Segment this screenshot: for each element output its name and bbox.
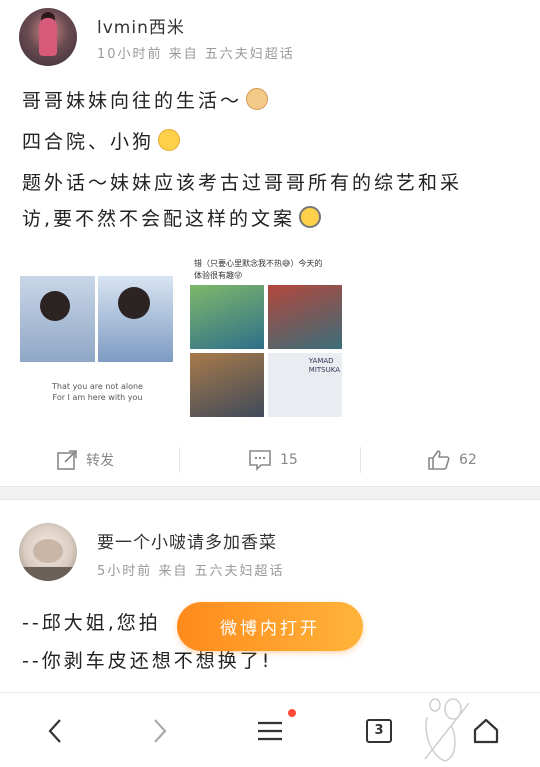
image-caption: That you are not alone For I am here wit… (52, 382, 143, 402)
menu-button[interactable] (252, 693, 296, 767)
repost-button[interactable]: 转发 (56, 435, 114, 485)
repost-label: 转发 (86, 453, 114, 469)
post-text-line: 题外话～妹妹应该考古过哥哥所有的综艺和采 (22, 172, 463, 194)
repost-icon (57, 450, 77, 470)
post-text-line: --邱大姐,您拍 (22, 612, 161, 634)
text-span: 四合院、小狗 (22, 131, 155, 153)
post-card-1: lvmin西米 10小时前 来自 五六夫妇超话 哥哥妹妹向往的生活～ 四合院、小… (0, 0, 540, 484)
like-count: 62 (459, 452, 477, 468)
comment-count: 15 (280, 452, 298, 468)
nerd-glasses-icon (299, 206, 322, 228)
avatar[interactable] (19, 8, 77, 66)
post-meta: 5小时前 来自 五六夫妇超话 (97, 564, 285, 579)
comment-button[interactable]: 15 (248, 435, 298, 485)
notification-dot (288, 709, 296, 717)
back-button[interactable] (38, 693, 72, 767)
post-text-line: 访,要不然不会配这样的文案 (22, 204, 322, 231)
forward-button[interactable] (143, 693, 177, 767)
post-image-1[interactable]: That you are not alone For I am here wit… (20, 253, 175, 419)
text-span: 访,要不然不会配这样的文案 (22, 208, 296, 230)
post-card-2: 要一个小啵请多加香菜 5小时前 来自 五六夫妇超话 --邱大姐,您拍 --你剥车… (0, 500, 540, 690)
feed-separator (0, 486, 540, 500)
home-icon (473, 718, 499, 743)
tabs-button[interactable]: 3 (362, 693, 396, 767)
thumbs-up-icon (428, 450, 450, 470)
post-text-line: 四合院、小狗 (22, 127, 181, 154)
divider (360, 447, 361, 473)
like-button[interactable]: 62 (427, 435, 477, 485)
image-sign-text: YAMAD MITSUKA (308, 357, 340, 374)
image-header-text: 错（只要心里默念我不热😅）今天的 体验很有趣😜 (194, 259, 323, 280)
post-image-2[interactable]: 错（只要心里默念我不热😅）今天的 体验很有趣😜 YAMAD MITSUKA (190, 253, 345, 419)
username[interactable]: lvmin西米 (97, 13, 185, 38)
action-bar: 转发 15 62 (0, 435, 540, 485)
forward-arrow-icon (154, 718, 167, 743)
text-span: 哥哥妹妹向往的生活～ (22, 90, 243, 112)
open-in-app-button[interactable]: 微博内打开 (177, 602, 363, 651)
divider (179, 447, 180, 473)
post-meta: 10小时前 来自 五六夫妇超话 (97, 47, 295, 62)
username[interactable]: 要一个小啵请多加香菜 (97, 528, 277, 553)
avatar[interactable] (19, 523, 77, 581)
menu-icon (258, 721, 282, 740)
comment-icon (249, 450, 271, 471)
tabs-icon: 3 (366, 718, 392, 743)
footprint-watermark-icon (424, 698, 470, 762)
post-text-line: 哥哥妹妹向往的生活～ (22, 86, 269, 113)
thinking-face-icon (158, 129, 181, 151)
home-button[interactable] (468, 693, 504, 767)
back-arrow-icon (48, 718, 61, 743)
cat-face-icon (246, 88, 269, 110)
